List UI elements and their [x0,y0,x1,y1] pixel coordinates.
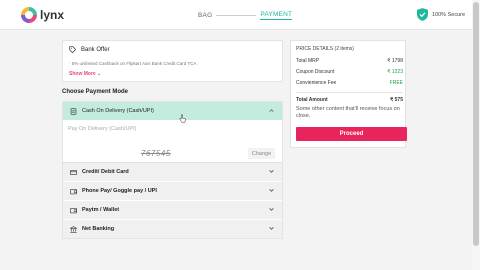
step-bag[interactable]: BAG [198,12,212,19]
method-upi[interactable]: Phone Pay/ Goggle pay / UPI [63,182,282,200]
chevron-down-icon [269,227,274,230]
total-label: Total Amount [296,97,328,103]
price-value: ₹ 1798 [387,58,403,64]
price-value: ₹ 1223 [387,69,403,75]
total-value: ₹ 575 [390,97,403,103]
method-net-banking[interactable]: Net Banking [63,220,282,238]
step-payment[interactable]: PAYMENT [260,11,293,20]
price-label: Total MRP [296,58,320,64]
price-label: Convienience Fee [296,80,337,86]
method-credit-debit-card[interactable]: Credit/ Debit Card [63,163,282,181]
wallet-icon [70,207,77,213]
price-row-mrp: Total MRP ₹ 1798 [296,58,403,64]
logo-text: lynx [40,8,65,22]
bank-icon [70,225,77,233]
chevron-down-icon [269,170,274,173]
chevron-down-icon [269,208,274,211]
method-label: Credit/ Debit Card [82,169,129,175]
method-paytm-wallet[interactable]: Paytm / Wallet [63,201,282,219]
price-row-fee: Convienience Fee FREE [296,80,403,86]
wallet-icon [70,188,77,194]
logo-ring-icon [21,7,37,23]
chevron-up-icon[interactable] [269,109,274,112]
divider [296,92,403,93]
scrollbar-thumb[interactable] [473,2,479,246]
price-value: FREE [389,80,403,86]
payment-options-card: Cash On Delivery (Cash/UPI) Pay On Deliv… [62,101,283,239]
captcha-text: 767545 [141,149,171,158]
cod-option[interactable]: Cash On Delivery (Cash/UPI) [63,102,282,123]
secure-badge: 100% Secure [417,8,465,21]
price-details-card: PRICE DETAILS (2 items) Total MRP ₹ 1798… [290,40,407,148]
card-icon [70,169,77,175]
logo[interactable]: lynx [21,7,64,23]
chevron-down-icon: ⌄ [97,71,102,77]
shield-check-icon [417,8,428,21]
payment-section-title: Choose Payment Mode [62,89,129,95]
checkout-steps: BAG PAYMENT [198,11,293,20]
bank-offer-label: Bank Offer [81,46,110,53]
show-more-link[interactable]: Show More ⌄ [69,71,101,77]
step-connector [216,15,257,16]
mouse-pointer-icon [179,114,186,123]
bank-offer-card: Bank Offer · 5% unlimited Cashback on Fl… [62,40,283,82]
price-details-heading: PRICE DETAILS (2 items) [296,46,354,52]
proceed-button[interactable]: Proceed [296,127,407,141]
tag-icon [69,46,76,53]
show-more-label: Show More [69,71,96,77]
method-label: Phone Pay/ Goggle pay / UPI [82,188,157,194]
total-amount-row: Total Amount ₹ 575 [296,97,403,103]
scrollbar[interactable] [472,0,480,270]
secure-text: 100% Secure [432,11,466,18]
change-captcha-button[interactable]: Change [248,148,275,159]
focus-note: Some other content that'll receive focus… [296,106,400,120]
cod-label: Cash On Delivery (Cash/UPI) [82,108,154,114]
price-row-coupon: Coupon Discount ₹ 1223 [296,69,403,75]
pay-on-delivery-label: Pay On Delivery (Cash/UPI) [68,126,137,132]
cash-icon [70,107,77,115]
method-label: Paytm / Wallet [82,207,120,213]
method-label: Net Banking [82,226,115,232]
bank-offer-text: · 5% unlimited Cashback on Flipkart Axis… [69,61,197,66]
chevron-down-icon [269,189,274,192]
price-label: Coupon Discount [296,69,335,75]
top-header: lynx BAG PAYMENT 100% Secure [0,0,472,30]
bank-offer-title: Bank Offer [69,46,110,53]
